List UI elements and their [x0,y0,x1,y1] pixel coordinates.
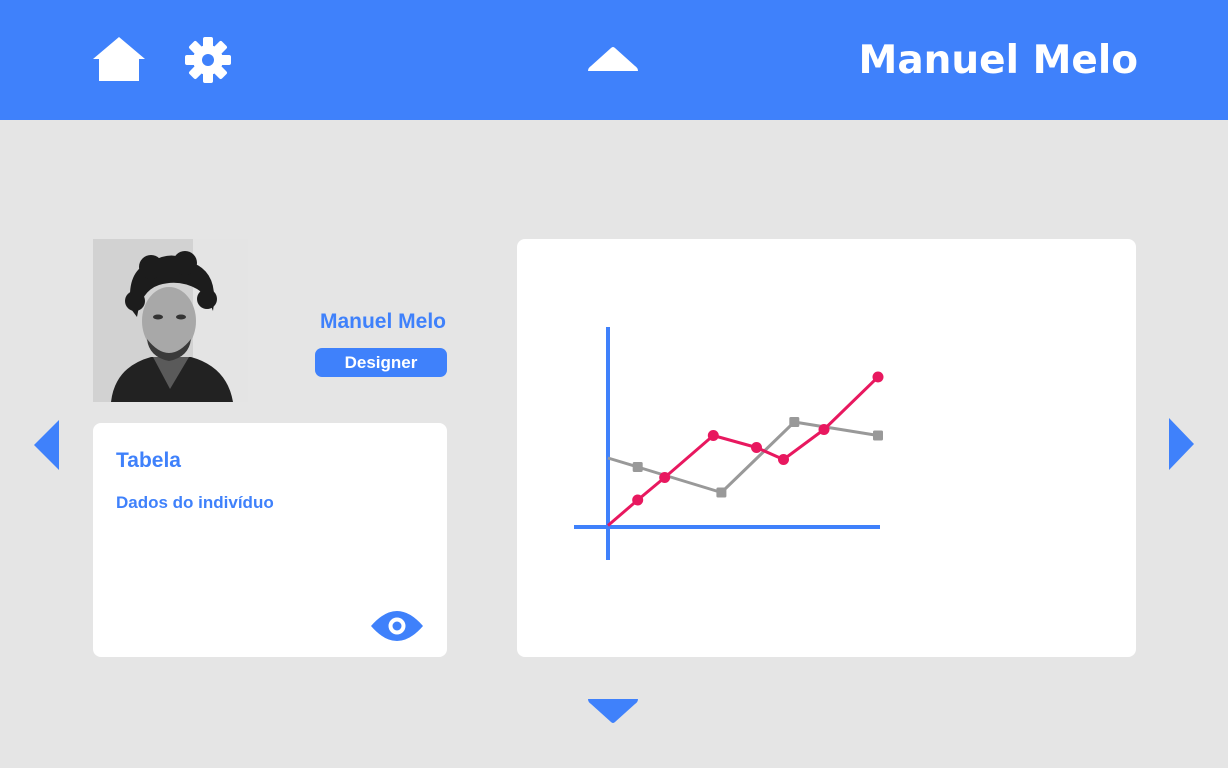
data-point-red [778,454,789,465]
header-user-name: Manuel Melo [858,38,1138,83]
avatar [93,239,248,402]
chevron-down-icon[interactable] [587,698,639,724]
avatar-photo [93,239,248,402]
data-point-gray [716,487,727,498]
role-badge: Designer [315,348,447,377]
data-point-red [751,442,762,453]
data-point-gray [789,417,800,427]
eye-icon[interactable] [370,610,424,642]
data-point-gray [632,462,643,472]
chart-card [517,239,1136,657]
data-point-red [707,430,719,441]
card-title: Tabela [116,449,181,472]
gear-icon[interactable] [184,36,232,84]
card-subtitle: Dados do indivíduo [116,493,274,512]
data-point-gray [873,430,883,441]
line-chart [574,327,884,560]
chevron-left-icon[interactable] [33,420,61,470]
profile-name: Manuel Melo [319,310,446,333]
series-line-gray [607,420,879,494]
home-icon[interactable] [92,36,146,82]
top-bar: Manuel Melo [0,0,1228,120]
data-point-red [818,424,830,435]
data-point-red [872,371,884,383]
data-point-red [632,494,644,506]
chevron-up-icon[interactable] [587,46,639,72]
data-point-red [659,472,671,483]
info-card: Tabela Dados do indivíduo [93,423,447,657]
series-line-red [607,375,880,527]
chevron-right-icon[interactable] [1167,418,1195,470]
